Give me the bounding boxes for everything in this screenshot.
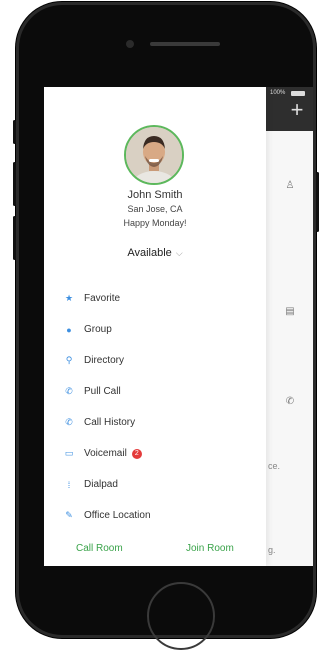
join-room-button[interactable]: Join Room [186, 543, 234, 554]
menu-item-favorite[interactable]: ★ Favorite [44, 283, 266, 314]
background-text: ce. [268, 461, 281, 471]
phone-screen: 100% + ♙ ▤ ✆ ce. g. John Smith San Jose,… [44, 87, 313, 566]
user-location: San Jose, CA [127, 204, 183, 214]
chevron-down-icon: ⌵ [175, 248, 183, 258]
presence-selector[interactable]: Available ⌵ [44, 247, 266, 259]
power-button [316, 172, 319, 232]
phone-icon: ✆ [65, 386, 73, 396]
menu-item-office-location[interactable]: ✎ Office Location [44, 500, 266, 531]
phone-icon: ✆ [65, 417, 73, 427]
background-text: g. [268, 545, 276, 555]
drawer-menu: ★ Favorite ● Group ⚲ Directory ✆ Pull Ca… [44, 283, 266, 531]
menu-item-label: Office Location [84, 510, 151, 521]
presence-label: Available [127, 247, 172, 259]
menu-item-label: Call History [84, 417, 136, 428]
user-name: John Smith [127, 189, 183, 201]
menu-item-voicemail[interactable]: ▭ Voicemail 2 [44, 438, 266, 469]
volume-up-button [13, 162, 16, 206]
menu-item-label: Directory [84, 355, 125, 366]
menu-item-call-history[interactable]: ✆ Call History [44, 407, 266, 438]
battery-label: 100% [270, 90, 286, 96]
contact-card-icon: ▤ [285, 306, 295, 317]
navigation-drawer: John Smith San Jose, CA Happy Monday! Av… [44, 87, 266, 566]
status-message: Happy Monday! [123, 218, 187, 228]
profile-photo [126, 127, 182, 183]
menu-item-label: Group [84, 324, 112, 335]
group-icon: ● [66, 324, 72, 335]
menu-item-pull-call[interactable]: ✆ Pull Call [44, 376, 266, 407]
menu-item-directory[interactable]: ⚲ Directory [44, 345, 266, 376]
menu-item-label: Dialpad [84, 479, 118, 490]
volume-down-button [13, 216, 16, 260]
star-icon: ★ [64, 293, 74, 303]
menu-item-dialpad[interactable]: ⁞ Dialpad [44, 469, 266, 500]
front-camera [126, 40, 134, 48]
room-actions: Call Room Join Room [44, 543, 266, 559]
dialpad-icon: ⁞ [67, 479, 71, 490]
menu-item-label: Favorite [84, 293, 121, 304]
menu-item-group[interactable]: ● Group [44, 314, 266, 345]
earpiece-speaker [150, 42, 220, 46]
mute-switch [13, 120, 16, 144]
battery-icon [291, 91, 305, 96]
avatar[interactable] [124, 125, 184, 185]
home-button[interactable] [147, 582, 215, 650]
person-icon: ♙ [285, 180, 295, 191]
search-icon: ⚲ [65, 355, 73, 365]
add-icon[interactable]: + [288, 99, 306, 121]
voicemail-icon: ▭ [64, 448, 74, 458]
menu-item-label: Voicemail [84, 448, 127, 459]
phone-icon: ✆ [285, 396, 295, 407]
voicemail-badge: 2 [131, 448, 142, 459]
location-icon: ✎ [65, 510, 73, 520]
call-room-button[interactable]: Call Room [76, 543, 123, 554]
menu-item-label: Pull Call [84, 386, 121, 397]
